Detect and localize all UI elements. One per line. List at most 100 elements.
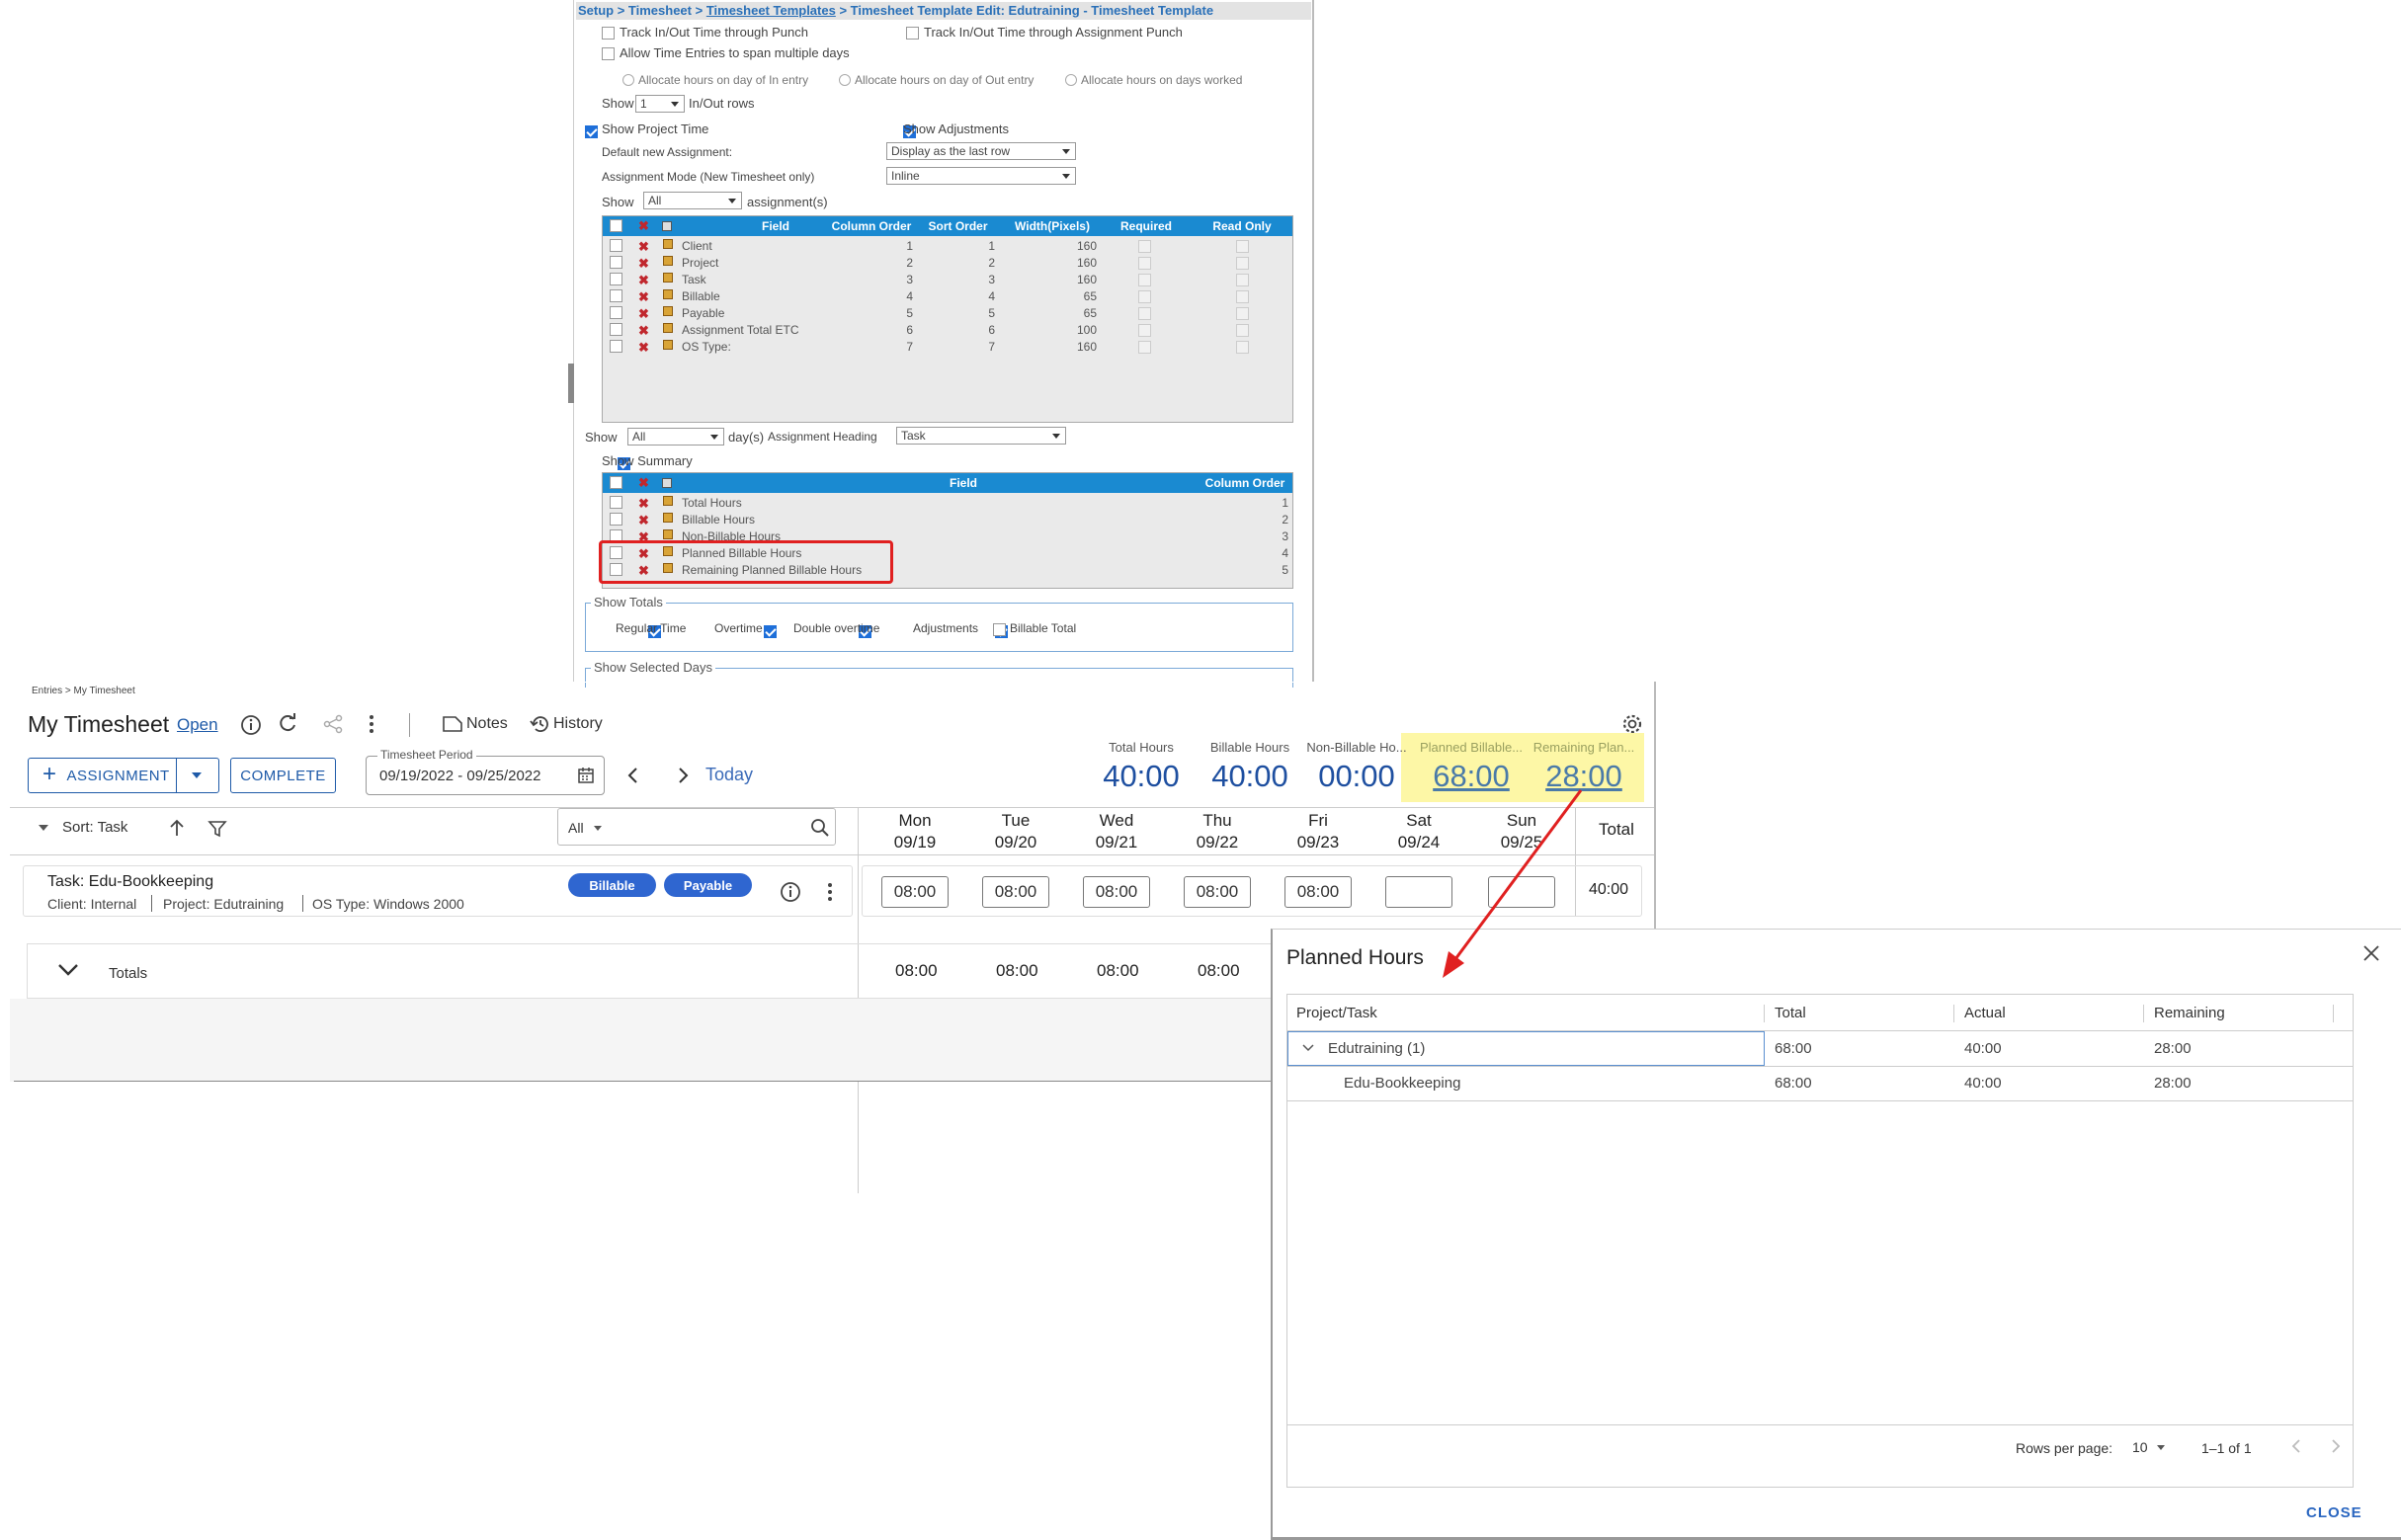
summary-grid-row[interactable]: ✖ Billable Hours 2 bbox=[603, 512, 1292, 528]
assignment-heading-select[interactable]: Task bbox=[896, 427, 1066, 445]
share-icon[interactable] bbox=[322, 713, 344, 735]
row-checkbox[interactable] bbox=[610, 323, 622, 336]
read-only-checkbox[interactable] bbox=[1236, 257, 1249, 270]
read-only-checkbox[interactable] bbox=[1236, 324, 1249, 337]
breadcrumb-link-templates[interactable]: Timesheet Templates bbox=[706, 3, 836, 18]
assignment-grid-row[interactable]: ✖ OS Type: 7 7 160 bbox=[603, 339, 1292, 356]
edit-icon[interactable] bbox=[663, 529, 673, 539]
read-only-checkbox[interactable] bbox=[1236, 290, 1249, 303]
expand-totals-icon[interactable] bbox=[57, 963, 79, 977]
required-checkbox[interactable] bbox=[1138, 307, 1151, 320]
status-link[interactable]: Open bbox=[177, 715, 218, 735]
filter-icon[interactable] bbox=[207, 819, 227, 839]
edit-icon[interactable] bbox=[663, 239, 673, 249]
sort-asc-icon[interactable] bbox=[168, 818, 186, 838]
edit-icon[interactable] bbox=[663, 496, 673, 506]
filter-dropdown-icon[interactable] bbox=[593, 825, 603, 833]
assignment-grid-row[interactable]: ✖ Project 2 2 160 bbox=[603, 255, 1292, 272]
delete-icon[interactable]: ✖ bbox=[638, 496, 649, 512]
search-icon[interactable] bbox=[810, 818, 830, 838]
required-checkbox[interactable] bbox=[1138, 274, 1151, 286]
info-icon[interactable] bbox=[240, 714, 262, 736]
close-icon[interactable] bbox=[2361, 943, 2381, 963]
delete-icon[interactable]: ✖ bbox=[638, 289, 649, 305]
row-checkbox[interactable] bbox=[610, 496, 622, 509]
default-assignment-select[interactable]: Display as the last row bbox=[886, 142, 1076, 160]
edit-icon[interactable] bbox=[663, 323, 673, 333]
time-entry-input[interactable]: 08:00 bbox=[1284, 876, 1352, 908]
prev-period-icon[interactable] bbox=[626, 767, 640, 784]
row-checkbox[interactable] bbox=[610, 306, 622, 319]
notes-link[interactable]: Notes bbox=[466, 715, 508, 733]
total-billable-checkbox[interactable] bbox=[993, 623, 1006, 636]
total-overtime-checkbox[interactable] bbox=[763, 625, 777, 639]
time-entry-input[interactable]: 08:00 bbox=[881, 876, 949, 908]
delete-icon[interactable]: ✖ bbox=[638, 239, 649, 255]
refresh-icon[interactable] bbox=[277, 713, 298, 735]
edit-icon[interactable] bbox=[663, 273, 673, 283]
delete-icon[interactable]: ✖ bbox=[638, 513, 649, 528]
close-button[interactable]: CLOSE bbox=[2306, 1504, 2362, 1521]
row-checkbox[interactable] bbox=[610, 513, 622, 526]
assignment-grid-row[interactable]: ✖ Client 1 1 160 bbox=[603, 238, 1292, 255]
next-page-icon[interactable] bbox=[2328, 1438, 2342, 1454]
collapse-all-icon[interactable] bbox=[38, 823, 49, 833]
history-link[interactable]: History bbox=[553, 715, 603, 733]
track-assignment-punch-checkbox[interactable] bbox=[906, 27, 919, 40]
assignment-grid-row[interactable]: ✖ Assignment Total ETC 6 6 100 bbox=[603, 322, 1292, 339]
notes-icon[interactable] bbox=[442, 715, 463, 733]
complete-button[interactable]: COMPLETE bbox=[230, 758, 336, 793]
edit-icon[interactable] bbox=[663, 340, 673, 350]
time-entry-input[interactable]: 08:00 bbox=[1184, 876, 1251, 908]
read-only-checkbox[interactable] bbox=[1236, 240, 1249, 253]
assignment-grid-row[interactable]: ✖ Task 3 3 160 bbox=[603, 272, 1292, 288]
required-checkbox[interactable] bbox=[1138, 290, 1151, 303]
summary-select-all-checkbox[interactable] bbox=[610, 476, 622, 489]
th-remaining[interactable]: Remaining bbox=[2154, 1005, 2225, 1021]
delete-icon[interactable]: ✖ bbox=[638, 340, 649, 356]
th-total[interactable]: Total bbox=[1775, 1005, 1806, 1021]
sort-label[interactable]: Sort: Task bbox=[62, 819, 127, 836]
task-more-icon[interactable] bbox=[824, 881, 836, 903]
th-project-task[interactable]: Project/Task bbox=[1296, 1005, 1377, 1021]
alloc-out-radio[interactable] bbox=[839, 74, 851, 86]
time-entry-input[interactable]: 08:00 bbox=[1083, 876, 1150, 908]
show-days-select[interactable]: All bbox=[627, 428, 724, 446]
delete-icon[interactable]: ✖ bbox=[638, 323, 649, 339]
required-checkbox[interactable] bbox=[1138, 324, 1151, 337]
required-checkbox[interactable] bbox=[1138, 341, 1151, 354]
rows-dropdown-icon[interactable] bbox=[2156, 1444, 2166, 1451]
rows-per-page-select[interactable]: 10 bbox=[2132, 1439, 2148, 1455]
assignment-grid-row[interactable]: ✖ Payable 5 5 65 bbox=[603, 305, 1292, 322]
group-collapse-icon[interactable] bbox=[1302, 1044, 1314, 1052]
show-project-time-checkbox[interactable] bbox=[585, 125, 598, 139]
edit-icon[interactable] bbox=[663, 513, 673, 523]
select-all-checkbox[interactable] bbox=[610, 219, 622, 232]
delete-icon[interactable]: ✖ bbox=[638, 256, 649, 272]
allow-span-checkbox[interactable] bbox=[602, 47, 615, 60]
gear-icon[interactable] bbox=[1621, 713, 1643, 735]
next-period-icon[interactable] bbox=[676, 767, 690, 784]
read-only-checkbox[interactable] bbox=[1236, 274, 1249, 286]
read-only-checkbox[interactable] bbox=[1236, 307, 1249, 320]
panel-collapse-handle[interactable] bbox=[568, 364, 574, 403]
summary-grid-row[interactable]: ✖ Total Hours 1 bbox=[603, 495, 1292, 512]
task-info-icon[interactable] bbox=[780, 881, 801, 903]
read-only-checkbox[interactable] bbox=[1236, 341, 1249, 354]
assignment-grid-row[interactable]: ✖ Billable 4 4 65 bbox=[603, 288, 1292, 305]
show-assignments-select[interactable]: All bbox=[643, 192, 742, 209]
alloc-in-radio[interactable] bbox=[622, 74, 634, 86]
row-checkbox[interactable] bbox=[610, 273, 622, 285]
row-checkbox[interactable] bbox=[610, 340, 622, 353]
row-checkbox[interactable] bbox=[610, 239, 622, 252]
edit-icon[interactable] bbox=[663, 256, 673, 266]
edit-icon[interactable] bbox=[663, 289, 673, 299]
assignment-mode-select[interactable]: Inline bbox=[886, 167, 1076, 185]
today-link[interactable]: Today bbox=[705, 765, 753, 785]
delete-icon[interactable]: ✖ bbox=[638, 306, 649, 322]
delete-icon[interactable]: ✖ bbox=[638, 273, 649, 288]
history-icon[interactable] bbox=[530, 713, 551, 735]
prev-page-icon[interactable] bbox=[2290, 1438, 2304, 1454]
more-vert-icon[interactable] bbox=[366, 713, 377, 735]
required-checkbox[interactable] bbox=[1138, 240, 1151, 253]
